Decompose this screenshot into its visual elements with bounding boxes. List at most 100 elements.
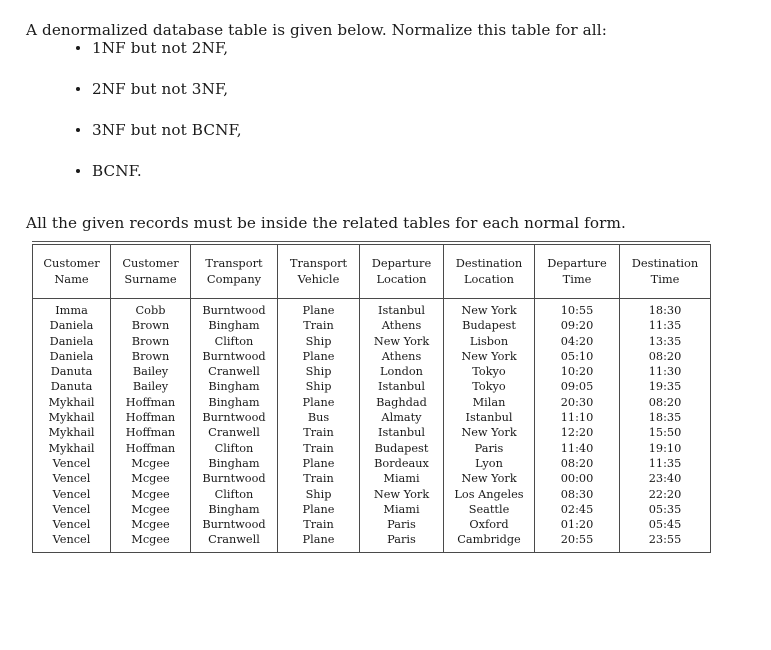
column-header-customer-name: Customer Name (32, 244, 111, 299)
cell-customer-surname: Mcgee (110, 455, 191, 472)
table-row: Daniela Brown Clifton Ship New York Lisbon 04:… (32, 333, 711, 349)
cell-customer-name: Daniela (32, 333, 111, 349)
table-row: Vencel Mcgee Clifton Ship New York Los Angele… (32, 486, 711, 502)
cell-departure-location: London (359, 364, 444, 380)
cell-customer-surname: Hoffman (110, 410, 191, 426)
bullet-icon (76, 169, 80, 173)
table-header-row: Customer Name Customer Surname Transport… (32, 244, 711, 299)
cell-destination-location: Oxford (443, 517, 535, 533)
bullet-icon (76, 128, 80, 132)
normal-form-list: 1NF but not 2NF, 2NF but not 3NF, 3NF bu… (26, 40, 726, 204)
header-line-2: Location (463, 271, 514, 286)
header-line-2: Company (206, 271, 262, 286)
cell-departure-location: Athens (359, 318, 444, 334)
cell-transport-company: Cranwell (190, 425, 278, 441)
cell-departure-location: Budapest (359, 440, 444, 456)
cell-departure-time: 01:20 (534, 517, 620, 533)
cell-departure-time: 04:20 (534, 333, 620, 349)
cell-customer-surname: Hoffman (110, 394, 191, 411)
table-row: Mykhail Hoffman Burntwood Bus Almaty Istanbul… (32, 410, 711, 426)
cell-destination-time: 11:35 (619, 318, 711, 334)
cell-destination-time: 18:35 (619, 410, 711, 426)
cell-customer-name: Imma (32, 298, 111, 319)
cell-departure-time: 10:20 (534, 364, 620, 380)
cell-destination-location: New York (443, 348, 535, 365)
cell-destination-location: Istanbul (443, 410, 535, 426)
cell-destination-time: 08:20 (619, 348, 711, 365)
cell-transport-company: Cranwell (190, 532, 278, 553)
cell-customer-surname: Mcgee (110, 517, 191, 533)
cell-customer-name: Mykhail (32, 394, 111, 411)
cell-customer-name: Mykhail (32, 440, 111, 456)
cell-transport-company: Burntwood (190, 471, 278, 487)
cell-destination-location: Paris (443, 440, 535, 456)
cell-departure-location: Paris (359, 532, 444, 553)
table-row: Mykhail Hoffman Bingham Plane Baghdad Milan 20… (32, 394, 711, 411)
document-page: A denormalized database table is given b… (0, 0, 771, 650)
cell-customer-surname: Mcgee (110, 471, 191, 487)
cell-customer-name: Vencel (32, 471, 111, 487)
cell-departure-location: Miami (359, 501, 444, 518)
cell-destination-time: 19:35 (619, 379, 711, 395)
cell-destination-time: 23:55 (619, 532, 711, 553)
cell-transport-vehicle: Ship (277, 364, 360, 380)
header-line-1: Transport (205, 256, 263, 271)
table-row: Vencel Mcgee Cranwell Plane Paris Cambridge 20… (32, 532, 711, 553)
cell-transport-company: Burntwood (190, 298, 278, 319)
cell-customer-name: Vencel (32, 517, 111, 533)
cell-transport-vehicle: Plane (277, 298, 360, 319)
cell-customer-surname: Hoffman (110, 440, 191, 456)
cell-customer-name: Vencel (32, 532, 111, 553)
cell-destination-location: Los Angeles (443, 486, 535, 502)
cell-customer-surname: Bailey (110, 364, 191, 380)
cell-transport-vehicle: Train (277, 318, 360, 334)
header-line-1: Destination (631, 256, 699, 271)
cell-departure-time: 11:10 (534, 410, 620, 426)
cell-transport-vehicle: Train (277, 471, 360, 487)
column-header-departure-location: Departure Location (359, 244, 444, 299)
cell-transport-company: Bingham (190, 394, 278, 411)
table-row: Vencel Mcgee Burntwood Train Miami New York 00… (32, 471, 711, 487)
table-row: Mykhail Hoffman Clifton Train Budapest Paris 1… (32, 440, 711, 456)
cell-destination-time: 05:45 (619, 517, 711, 533)
cell-departure-time: 00:00 (534, 471, 620, 487)
cell-transport-company: Bingham (190, 455, 278, 472)
cell-destination-location: Milan (443, 394, 535, 411)
cell-destination-time: 18:30 (619, 298, 711, 319)
bullet-icon (76, 46, 80, 50)
cell-transport-company: Burntwood (190, 410, 278, 426)
cell-customer-surname: Brown (110, 333, 191, 349)
list-item-label: 2NF but not 3NF, (92, 80, 229, 98)
column-header-destination-location: Destination Location (443, 244, 535, 299)
cell-customer-surname: Mcgee (110, 486, 191, 502)
cell-customer-name: Danuta (32, 379, 111, 395)
closing-paragraph: All the given records must be inside the… (26, 214, 626, 233)
cell-transport-company: Bingham (190, 379, 278, 395)
table-body: Imma Cobb Burntwood Plane Istanbul New York 10… (32, 298, 711, 553)
cell-transport-vehicle: Plane (277, 455, 360, 472)
cell-departure-time: 20:30 (534, 394, 620, 411)
cell-departure-time: 08:20 (534, 455, 620, 472)
column-header-transport-company: Transport Company (190, 244, 278, 299)
cell-transport-company: Clifton (190, 333, 278, 349)
header-line-2: Time (650, 271, 680, 286)
cell-destination-location: New York (443, 425, 535, 441)
cell-destination-time: 11:35 (619, 455, 711, 472)
header-line-1: Destination (455, 256, 523, 271)
cell-transport-vehicle: Ship (277, 379, 360, 395)
cell-destination-location: Lisbon (443, 333, 535, 349)
cell-customer-name: Daniela (32, 318, 111, 334)
cell-transport-vehicle: Plane (277, 348, 360, 365)
header-line-1: Customer (43, 256, 100, 271)
table-head: Customer Name Customer Surname Transport… (32, 244, 711, 299)
cell-destination-time: 23:40 (619, 471, 711, 487)
cell-departure-time: 08:30 (534, 486, 620, 502)
column-header-transport-vehicle: Transport Vehicle (277, 244, 360, 299)
cell-departure-location: Baghdad (359, 394, 444, 411)
column-header-destination-time: Destination Time (619, 244, 711, 299)
cell-transport-vehicle: Plane (277, 532, 360, 553)
table-row: Vencel Mcgee Bingham Plane Bordeaux Lyon 08:20… (32, 455, 711, 472)
list-item: 3NF but not BCNF, (26, 122, 726, 163)
table-row: Vencel Mcgee Burntwood Train Paris Oxford 01:2… (32, 517, 711, 533)
cell-departure-time: 05:10 (534, 348, 620, 365)
